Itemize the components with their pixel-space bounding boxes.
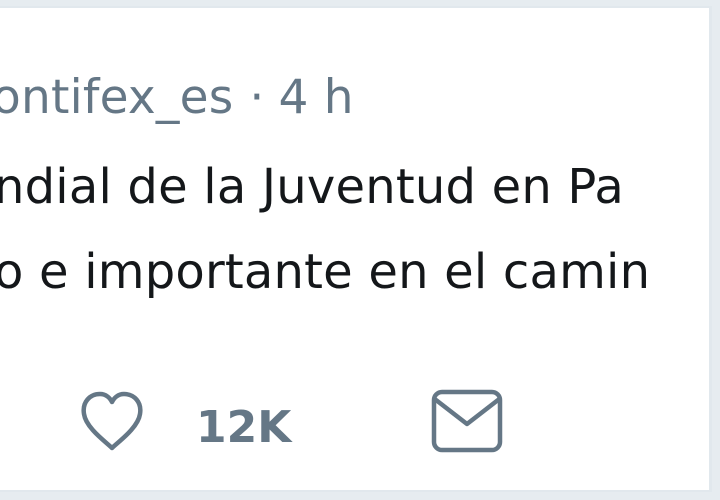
tweet-meta: ontifex_es · 4 h <box>0 74 354 121</box>
tweet-timestamp[interactable]: 4 h <box>279 70 354 125</box>
like-count: 12K <box>196 402 292 453</box>
like-button[interactable]: 12K <box>70 386 310 458</box>
envelope-icon <box>431 389 503 453</box>
author-handle[interactable]: ontifex_es <box>0 70 233 125</box>
tweet-text-line-1: ndial de la Juventud en Pa <box>0 159 625 215</box>
direct-message-button[interactable] <box>428 384 508 460</box>
meta-separator: · <box>249 70 265 125</box>
tweet-text-line-2: o e importante en el camin <box>0 244 651 300</box>
tweet-card[interactable]: ontifex_es · 4 h ndial de la Juventud en P… <box>0 6 712 492</box>
heart-icon <box>81 391 143 451</box>
tweet-action-bar: 12K <box>0 378 709 468</box>
